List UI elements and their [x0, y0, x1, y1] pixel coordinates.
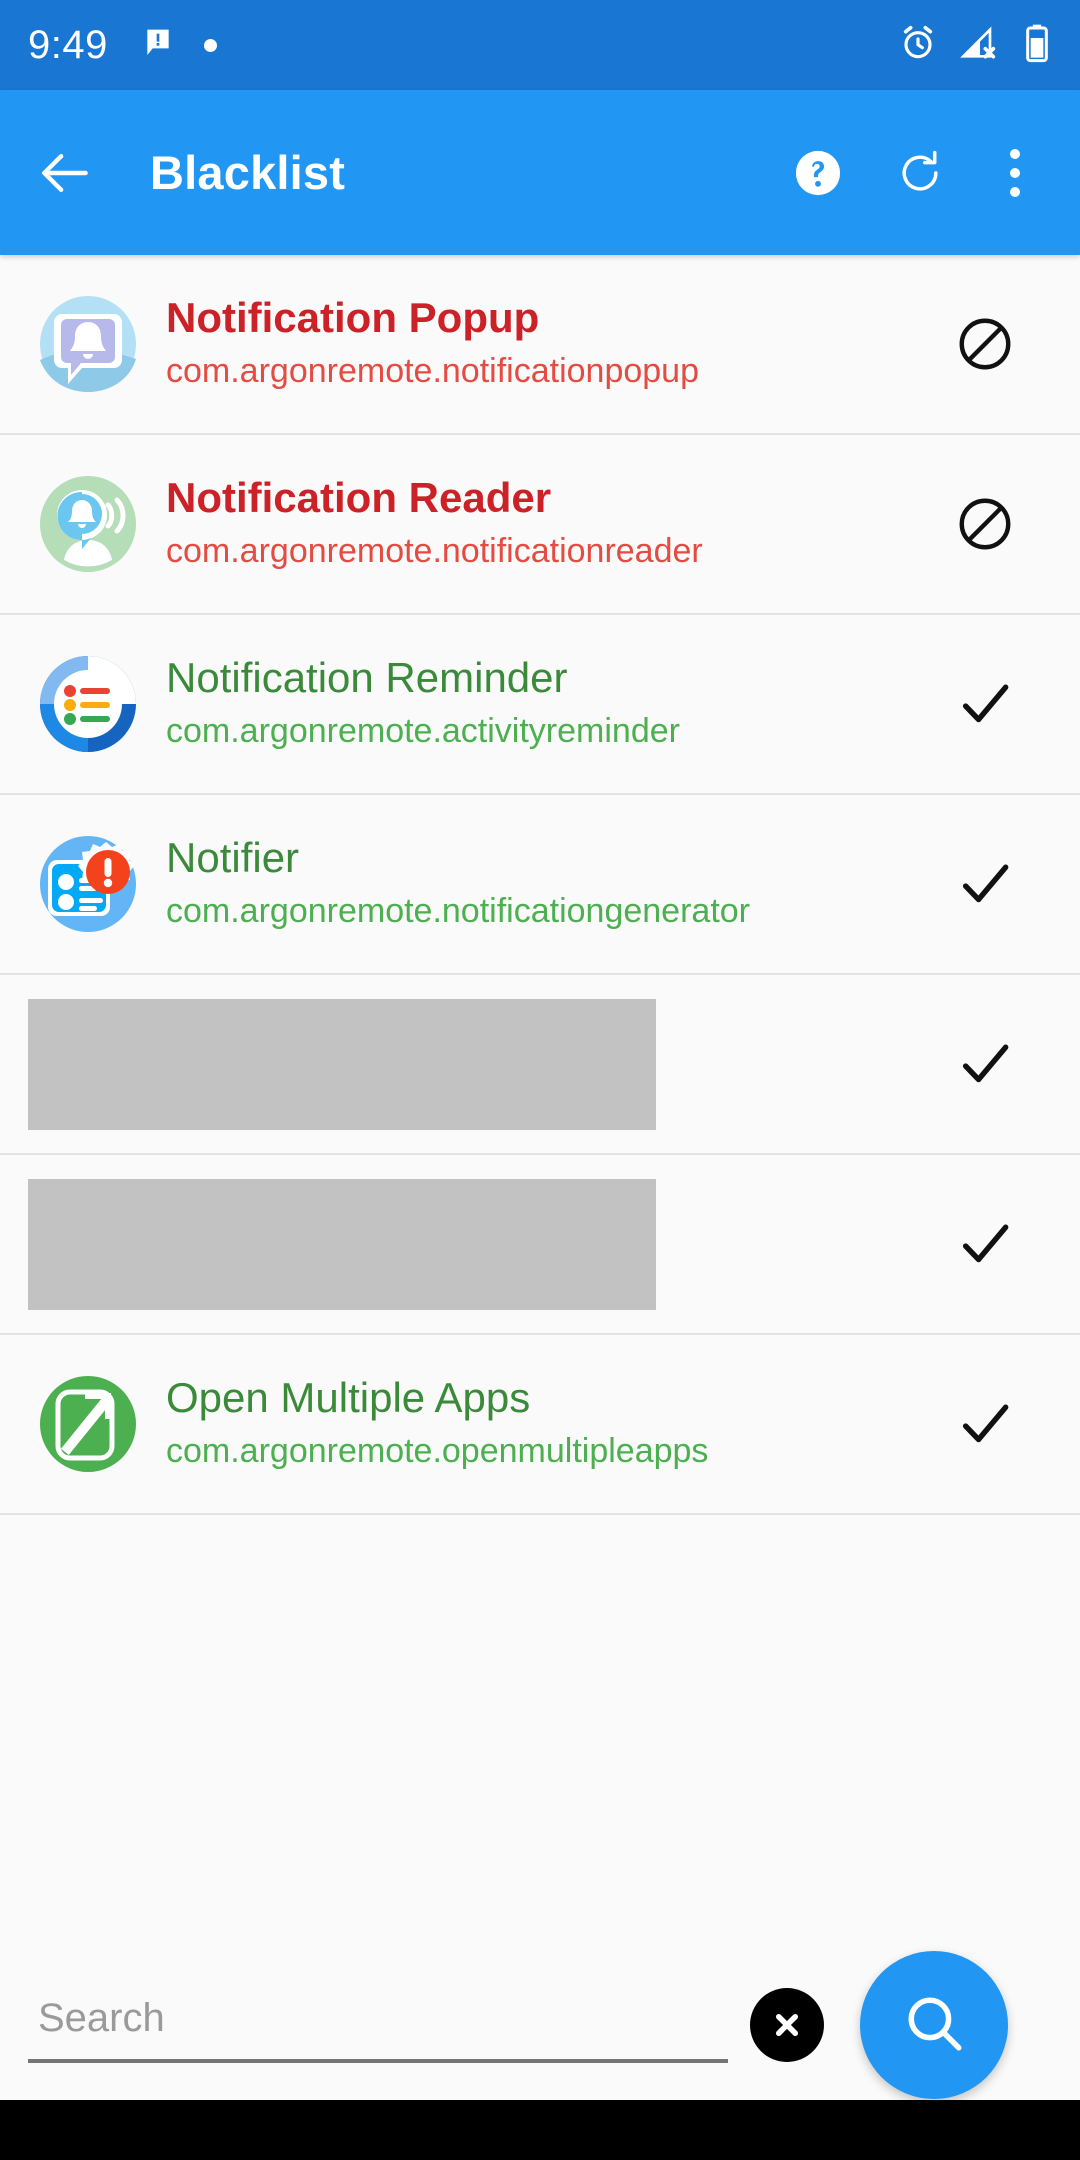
status-bar-clock: 9:49 [28, 22, 108, 67]
redacted-placeholder [28, 1178, 656, 1310]
search-icon [899, 1988, 969, 2063]
list-item[interactable]: Notification Reader com.argonremote.noti… [0, 435, 1080, 615]
search-field[interactable] [28, 1987, 728, 2063]
notification-popup-app-icon [38, 294, 138, 394]
check-icon[interactable] [930, 1393, 1040, 1455]
phone-screen: 9:49 Blacklist Notification Popup com.ar… [0, 0, 1080, 2160]
check-icon[interactable] [930, 1033, 1040, 1095]
search-underline [28, 2058, 728, 2063]
message-icon [142, 27, 174, 64]
back-arrow-icon[interactable] [34, 142, 96, 204]
list-item[interactable] [0, 1155, 1080, 1335]
app-name: Open Multiple Apps [166, 1374, 531, 1422]
search-input[interactable] [28, 1987, 728, 2059]
close-circle-icon[interactable] [750, 1988, 824, 2062]
block-icon[interactable] [930, 313, 1040, 375]
list-item[interactable] [0, 975, 1080, 1155]
notifier-app-icon [38, 834, 138, 934]
app-name: Notification Popup [166, 294, 540, 342]
battery-icon [1022, 23, 1052, 68]
list-item[interactable]: Notifier com.argonremote.notificationgen… [0, 795, 1080, 975]
search-fab-button[interactable] [860, 1951, 1008, 2099]
check-icon[interactable] [930, 853, 1040, 915]
help-icon[interactable] [792, 147, 844, 199]
list-item[interactable]: Notification Reminder com.argonremote.ac… [0, 615, 1080, 795]
app-package: com.argonremote.notificationgenerator [166, 891, 750, 930]
notification-reminder-app-icon [38, 654, 138, 754]
app-package: com.argonremote.activityreminder [166, 711, 680, 750]
dot-icon [203, 38, 217, 52]
signal-off-icon [960, 23, 1000, 68]
blacklist-app-list[interactable]: Notification Popup com.argonremote.notif… [0, 255, 1080, 1950]
page-title: Blacklist [150, 146, 346, 199]
block-icon[interactable] [930, 493, 1040, 555]
app-package: com.argonremote.notificationreader [166, 531, 703, 570]
search-bar [0, 1950, 1080, 2100]
refresh-icon[interactable] [894, 147, 946, 199]
overflow-menu-icon[interactable] [996, 143, 1034, 203]
alarm-icon [898, 23, 938, 68]
status-bar: 9:49 [0, 0, 1080, 90]
app-package: com.argonremote.notificationpopup [166, 351, 699, 390]
app-name: Notification Reader [166, 474, 552, 522]
list-item[interactable]: Open Multiple Apps com.argonremote.openm… [0, 1335, 1080, 1515]
app-name: Notifier [166, 834, 300, 882]
app-name: Notification Reminder [166, 654, 568, 702]
app-package: com.argonremote.openmultipleapps [166, 1431, 709, 1470]
list-item[interactable]: Notification Popup com.argonremote.notif… [0, 255, 1080, 435]
redacted-placeholder [28, 998, 656, 1130]
notification-reader-app-icon [38, 474, 138, 574]
check-icon[interactable] [930, 1213, 1040, 1275]
app-bar: Blacklist [0, 90, 1080, 255]
check-icon[interactable] [930, 673, 1040, 735]
system-navigation-bar [0, 2100, 1080, 2160]
open-multiple-apps-app-icon [38, 1374, 138, 1474]
